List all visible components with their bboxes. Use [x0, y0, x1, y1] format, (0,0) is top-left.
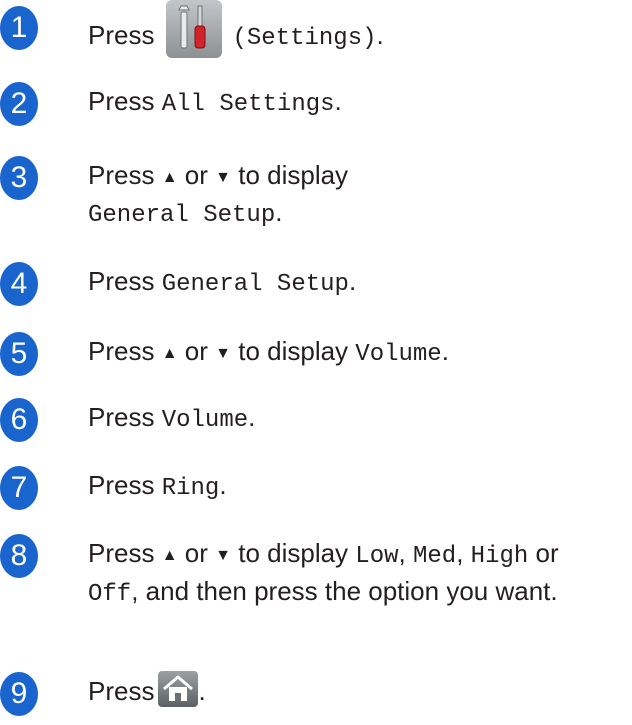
- step-rest-text: , and then press the option you want.: [131, 576, 558, 606]
- display-phrase: to display: [238, 336, 349, 366]
- step-number: 1: [0, 6, 38, 50]
- menu-option-general-setup: General Setup: [161, 271, 349, 298]
- step-text: Press Ring.: [88, 468, 608, 506]
- up-arrow-icon: ▲: [161, 547, 178, 564]
- or-word: or: [184, 336, 208, 366]
- display-phrase: to display: [238, 160, 349, 190]
- press-word: Press: [88, 160, 155, 190]
- press-word: Press: [88, 86, 155, 116]
- step-number: 3: [0, 156, 38, 200]
- down-arrow-icon: ▼: [215, 547, 231, 564]
- press-word: Press: [88, 19, 155, 50]
- step-text: Press General Setup.: [88, 264, 608, 302]
- press-word: Press: [88, 538, 155, 568]
- step-text: Press ▲ or ▼ to display Low, Med, High o…: [88, 536, 608, 612]
- or-word: or: [184, 160, 208, 190]
- option-med: Med: [412, 543, 457, 570]
- press-word: Press: [88, 676, 155, 706]
- step-end: .: [248, 402, 256, 432]
- step-text: Press ▲ or ▼ to display General Setup.: [88, 158, 608, 233]
- up-arrow-icon: ▲: [161, 345, 178, 362]
- display-phrase: to display: [238, 538, 349, 568]
- step-end: .: [441, 336, 449, 366]
- step-number: 6: [0, 398, 38, 442]
- down-arrow-icon: ▼: [215, 169, 231, 186]
- option-off: Off: [88, 581, 132, 608]
- step-end: .: [348, 266, 357, 296]
- settings-icon[interactable]: [166, 0, 223, 58]
- step-end: .: [376, 19, 384, 50]
- step-number: 4: [0, 262, 38, 306]
- step-text: Press ▲ or ▼ to display Volume.: [88, 334, 608, 372]
- step-end: .: [275, 197, 283, 227]
- menu-option-general-setup: General Setup: [88, 202, 276, 229]
- comma: ,: [398, 538, 406, 568]
- menu-option-all-settings: All Settings: [161, 91, 335, 118]
- step-text: Press (Settings).: [88, 0, 608, 66]
- step-number: 5: [0, 332, 38, 376]
- comma: ,: [456, 538, 464, 568]
- option-low: Low: [355, 543, 399, 570]
- step-number: 9: [0, 672, 38, 716]
- press-word: Press: [88, 402, 155, 432]
- settings-label: (Settings): [232, 24, 377, 52]
- step-end: .: [219, 470, 227, 500]
- press-word: Press: [88, 266, 155, 296]
- step-text: Press .: [88, 671, 608, 711]
- press-word: Press: [88, 336, 155, 366]
- step-text: Press Volume.: [88, 400, 608, 438]
- step-number: 8: [0, 534, 38, 578]
- home-icon[interactable]: [158, 671, 199, 708]
- up-arrow-icon: ▲: [161, 169, 178, 186]
- menu-option-volume: Volume: [161, 407, 249, 434]
- step-text: Press All Settings.: [88, 84, 608, 122]
- option-high: High: [470, 543, 529, 570]
- menu-option-ring: Ring: [161, 475, 220, 502]
- or-word: or: [535, 538, 559, 568]
- press-word: Press: [88, 470, 155, 500]
- down-arrow-icon: ▼: [215, 345, 231, 362]
- or-word: or: [184, 538, 208, 568]
- menu-option-volume: Volume: [355, 341, 442, 368]
- step-end: .: [198, 676, 206, 706]
- step-end: .: [334, 86, 342, 116]
- step-number: 7: [0, 466, 38, 510]
- step-number: 2: [0, 82, 38, 126]
